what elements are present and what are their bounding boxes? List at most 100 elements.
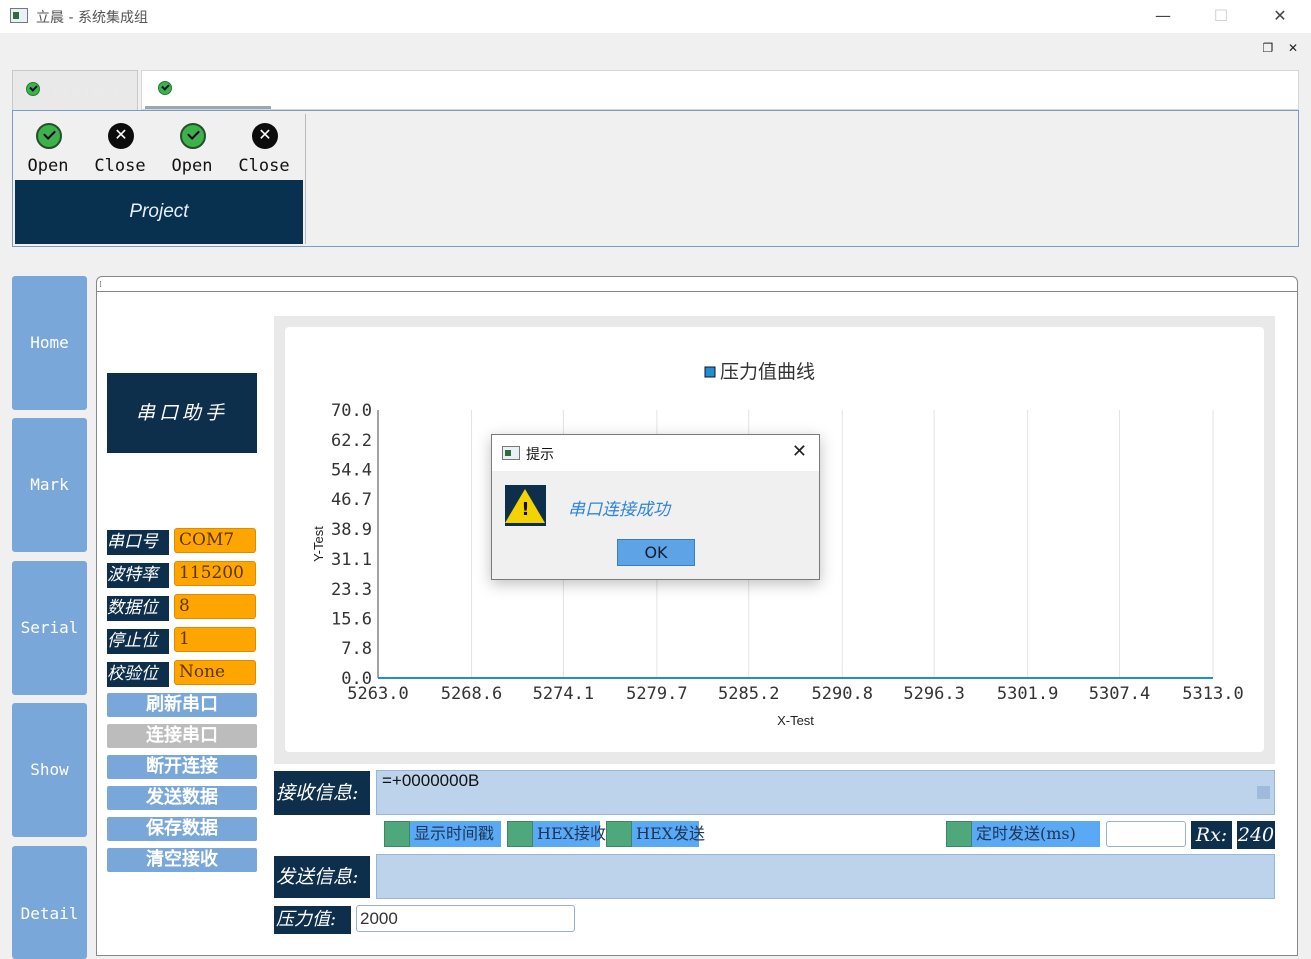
- legend-marker: [704, 366, 716, 378]
- y-tick-label: 31.1: [331, 550, 372, 570]
- show-timestamp-checkbox[interactable]: 显示时间戳: [384, 821, 501, 847]
- y-tick-label: 62.2: [331, 431, 372, 451]
- restore-icon[interactable]: ❐: [1258, 41, 1278, 57]
- x-tick-label: 5296.3: [903, 684, 964, 704]
- y-tick-label: 15.6: [331, 609, 372, 629]
- dialog-title: 提示: [526, 447, 554, 463]
- nav-home-button[interactable]: Home: [12, 276, 87, 410]
- dialog-close-button[interactable]: ✕: [792, 441, 807, 462]
- close-icon[interactable]: ✕: [1283, 41, 1303, 57]
- nav-serial-button[interactable]: Serial: [12, 561, 87, 695]
- send-textarea[interactable]: [376, 854, 1275, 899]
- ribbon-open-button-1[interactable]: Open: [18, 118, 78, 178]
- maximize-button[interactable]: ☐: [1206, 4, 1236, 28]
- nav-mark-button[interactable]: Mark: [12, 418, 87, 552]
- pressure-input[interactable]: 2000: [356, 905, 575, 932]
- y-tick-label: 7.8: [341, 639, 372, 659]
- rx-count: 240: [1237, 821, 1275, 849]
- check-circle-icon: [180, 123, 206, 149]
- dialog-app-icon: [502, 446, 520, 460]
- content-header-line: [97, 291, 1297, 292]
- send-label: 发送信息:: [274, 856, 370, 898]
- hex-send-checkbox[interactable]: HEX发送: [606, 821, 705, 847]
- y-axis-title: Y-Test: [311, 526, 326, 562]
- grip-icon: ⁞: [99, 280, 102, 290]
- disconnect-button[interactable]: 断开连接: [107, 755, 257, 779]
- app-icon: [10, 8, 28, 23]
- rx-label: Rx:: [1191, 821, 1232, 849]
- warning-mark: !: [521, 499, 530, 520]
- ribbon-open-button-2[interactable]: Open: [162, 118, 222, 178]
- ribbon-close-button-1[interactable]: Close: [90, 118, 150, 178]
- pressure-label: 压力值:: [274, 906, 351, 934]
- checkbox-label: HEX发送: [632, 821, 705, 847]
- x-tick-label: 5307.4: [1089, 684, 1150, 704]
- send-data-button[interactable]: 发送数据: [107, 786, 257, 810]
- x-tick-label: 5279.7: [626, 684, 687, 704]
- legend-label: 压力值曲线: [720, 361, 815, 383]
- ribbon-button-label: Close: [94, 156, 146, 176]
- checkbox-label: 显示时间戳: [410, 821, 501, 847]
- checkbox-box[interactable]: [946, 821, 972, 847]
- check-circle-icon: [158, 81, 172, 95]
- window-title: 立晨 - 系统集成组: [36, 10, 148, 26]
- ribbon-separator: [305, 114, 306, 244]
- y-tick-label: 0.0: [341, 669, 372, 689]
- y-tick-label: 38.9: [331, 520, 372, 540]
- dialog-ok-button[interactable]: OK: [617, 539, 695, 566]
- mdi-controls: ❐ ✕: [1258, 37, 1303, 57]
- interval-input[interactable]: [1106, 821, 1186, 847]
- y-tick-label: 54.4: [331, 461, 372, 481]
- x-circle-icon: [252, 123, 278, 149]
- x-circle-icon: [108, 123, 134, 149]
- refresh-port-button[interactable]: 刷新串口: [107, 693, 257, 717]
- x-tick-label: 5301.9: [997, 684, 1058, 704]
- port-select[interactable]: COM7: [174, 528, 256, 553]
- save-data-button[interactable]: 保存数据: [107, 817, 257, 841]
- parity-select[interactable]: None: [174, 660, 256, 685]
- checkbox-label: 定时发送(ms): [972, 821, 1100, 847]
- window-close-button[interactable]: ✕: [1265, 4, 1295, 28]
- checkbox-label: HEX接收: [533, 821, 606, 847]
- tab-project[interactable]: Project: [12, 70, 138, 110]
- receive-text: =+0000000B: [382, 771, 480, 790]
- nav-show-button[interactable]: Show: [12, 703, 87, 837]
- nav-detail-button[interactable]: Detail: [12, 846, 87, 959]
- timed-send-checkbox[interactable]: 定时发送(ms): [946, 821, 1100, 847]
- y-tick-label: 70.0: [331, 401, 372, 421]
- checkbox-box[interactable]: [384, 821, 410, 847]
- clear-receive-button[interactable]: 清空接收: [107, 848, 257, 872]
- receive-textarea[interactable]: [376, 770, 1275, 815]
- warning-icon: !: [505, 485, 546, 526]
- receive-scroll-handle[interactable]: [1257, 786, 1270, 799]
- x-tick-label: 5274.1: [533, 684, 594, 704]
- tab-secondary[interactable]: [141, 70, 1299, 110]
- y-tick-label: 23.3: [331, 580, 372, 600]
- checkbox-box[interactable]: [507, 821, 533, 847]
- ribbon-close-button-2[interactable]: Close: [234, 118, 294, 178]
- stopbits-label: 停止位: [107, 629, 169, 654]
- port-label: 串口号: [107, 530, 169, 555]
- dialog-message: 串口连接成功: [568, 500, 670, 520]
- x-tick-label: 5285.2: [718, 684, 779, 704]
- parity-label: 校验位: [107, 662, 169, 687]
- databits-label: 数据位: [107, 596, 169, 621]
- x-tick-label: 5290.8: [812, 684, 873, 704]
- message-dialog: 提示 ✕ ! 串口连接成功 OK: [491, 434, 820, 580]
- check-circle-icon: [36, 123, 62, 149]
- minimize-button[interactable]: —: [1148, 4, 1178, 28]
- ribbon-button-label: Open: [27, 156, 69, 176]
- x-axis-title: X-Test: [777, 713, 814, 728]
- tab-project-label: Project: [53, 81, 121, 100]
- x-tick-label: 5268.6: [441, 684, 502, 704]
- y-tick-label: 46.7: [331, 490, 372, 510]
- connect-port-button[interactable]: 连接串口: [107, 724, 257, 748]
- stopbits-select[interactable]: 1: [174, 627, 256, 652]
- checkbox-box[interactable]: [606, 821, 632, 847]
- tab-underline: [145, 106, 271, 109]
- baud-select[interactable]: 115200: [174, 561, 256, 586]
- databits-select[interactable]: 8: [174, 594, 256, 619]
- ribbon-button-label: Close: [238, 156, 290, 176]
- hex-receive-checkbox[interactable]: HEX接收: [507, 821, 606, 847]
- check-circle-icon: [26, 82, 40, 96]
